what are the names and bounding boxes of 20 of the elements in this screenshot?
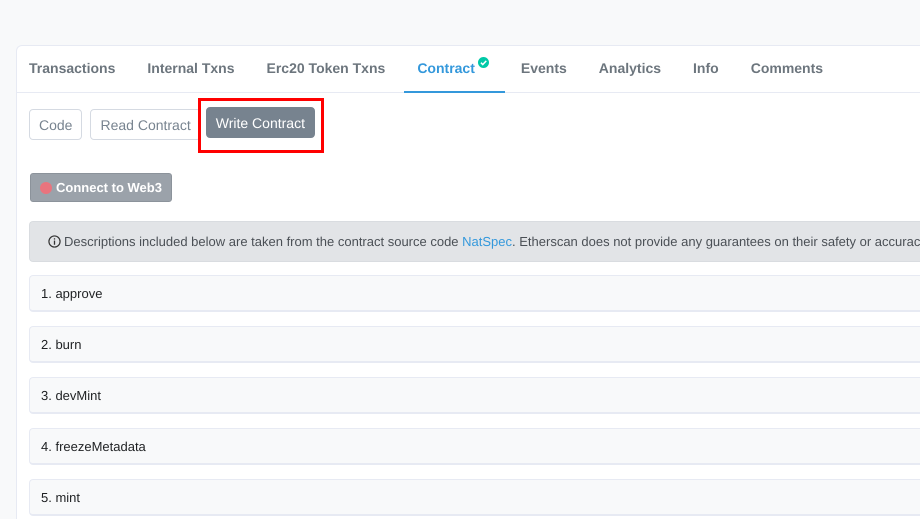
tab[interactable]: Comments (738, 46, 840, 93)
tab[interactable]: Erc20 Token Txns (254, 46, 402, 93)
natspec-link[interactable]: NatSpec (462, 234, 512, 249)
function-row[interactable]: 3. devMint (29, 377, 920, 414)
function-row[interactable]: 1. approve (29, 275, 920, 312)
tab[interactable]: Transactions (17, 46, 132, 93)
contract-tab-button[interactable]: Read Contract (90, 109, 201, 140)
function-row[interactable]: 4. freezeMetadata (29, 428, 920, 465)
contract-tab-button[interactable]: Write Contract (206, 107, 315, 138)
disclaimer-text: Descriptions included below are taken from the contract source code NatSpec. Etherscan does not provide any guarantees on their safety or accurac (64, 234, 920, 249)
tab[interactable]: Events (508, 46, 583, 93)
function-row[interactable]: 2. burn (29, 326, 920, 363)
tab[interactable]: Info (680, 46, 735, 93)
function-row[interactable]: 5. mint (29, 479, 920, 516)
contract-tab-button[interactable]: Code (29, 109, 82, 140)
tab[interactable]: Analytics (586, 46, 678, 93)
connect-button[interactable]: Connect to Web3 (30, 173, 172, 202)
tab[interactable]: Internal Txns (134, 46, 251, 93)
tab[interactable]: Contract (404, 46, 505, 93)
info-icon (48, 235, 61, 248)
